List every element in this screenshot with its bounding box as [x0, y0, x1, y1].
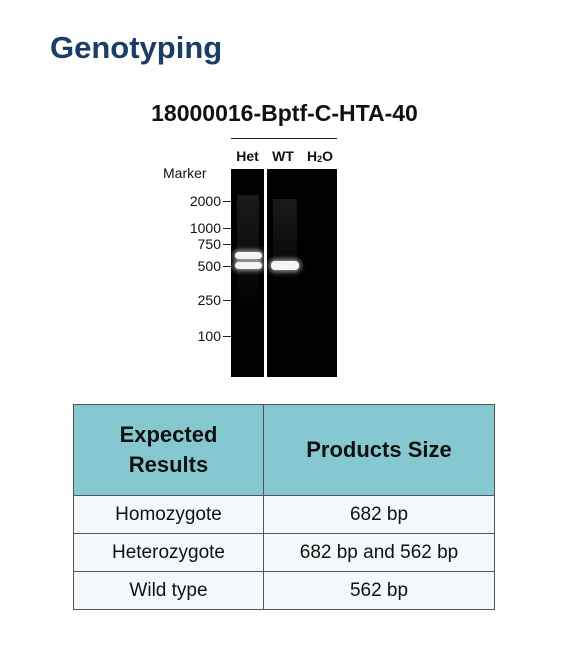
size-cell: 562 bp	[263, 571, 495, 610]
result-cell: Heterozygote	[73, 533, 264, 572]
het-band-682	[235, 252, 262, 259]
result-cell: Wild type	[73, 571, 264, 610]
size-cell: 682 bp and 562 bp	[263, 533, 495, 572]
lane-label-wt: WT	[272, 148, 294, 164]
wt-smear	[273, 199, 297, 289]
gel-lane-separator	[264, 169, 267, 377]
table-header-row: Expected Results Products Size	[73, 404, 495, 496]
table-row: Homozygote 682 bp	[73, 495, 495, 534]
page-title: Genotyping	[50, 30, 223, 65]
gel-image	[231, 169, 337, 377]
lane-label-het: Het	[236, 148, 259, 164]
table-row: Heterozygote 682 bp and 562 bp	[73, 533, 495, 572]
marker-label: Marker	[163, 165, 207, 181]
result-cell: Homozygote	[73, 495, 264, 534]
lane-label-h2o: H2O	[306, 148, 334, 164]
results-table: Expected Results Products Size Homozygot…	[73, 404, 495, 610]
table-row: Wild type 562 bp	[73, 571, 495, 610]
het-band-562	[235, 262, 262, 269]
header-expected-results: Expected Results	[73, 404, 264, 496]
header-products-size: Products Size	[263, 404, 495, 496]
size-cell: 682 bp	[263, 495, 495, 534]
wt-band-562	[271, 261, 299, 270]
gel-title: 18000016-Bptf-C-HTA-40	[151, 100, 418, 126]
lane-header-line	[231, 138, 337, 139]
